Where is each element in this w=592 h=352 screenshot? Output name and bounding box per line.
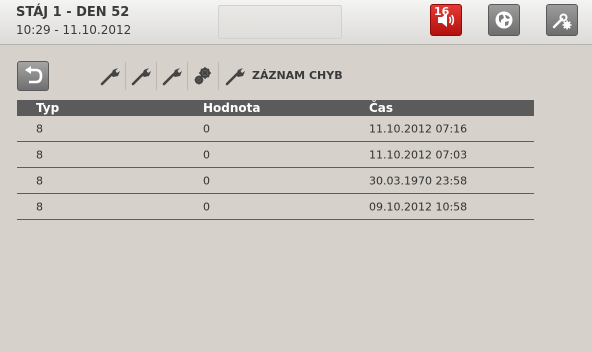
gears-icon — [194, 67, 211, 85]
alarm-button[interactable]: 16 — [430, 4, 462, 36]
wrench-icon — [131, 68, 151, 86]
cell-time: 11.10.2012 07:03 — [369, 148, 468, 161]
wrench-icon — [100, 68, 120, 86]
cell-type: 8 — [36, 174, 43, 187]
tool-tabs — [95, 62, 250, 90]
cell-time: 30.03.1970 23:58 — [369, 174, 468, 187]
cell-value: 0 — [203, 148, 210, 161]
table-header: Typ Hodnota Čas — [17, 100, 534, 116]
alarm-count-badge: 16 — [434, 5, 450, 18]
column-header-time: Čas — [369, 101, 394, 115]
table-row[interactable]: 8 0 09.10.2012 10:58 — [17, 194, 534, 220]
tab-tool-5[interactable] — [219, 62, 250, 90]
center-panel — [218, 5, 342, 39]
cell-time: 09.10.2012 10:58 — [369, 200, 468, 213]
table-row[interactable]: 8 0 11.10.2012 07:16 — [17, 116, 534, 142]
cell-type: 8 — [36, 122, 43, 135]
error-log-table: Typ Hodnota Čas 8 0 11.10.2012 07:16 8 0… — [17, 100, 534, 220]
tab-tool-3[interactable] — [157, 62, 188, 90]
table-row[interactable]: 8 0 11.10.2012 07:03 — [17, 142, 534, 168]
network-button[interactable] — [488, 4, 520, 36]
cell-time: 11.10.2012 07:16 — [369, 122, 468, 135]
top-bar: STÁJ 1 - DEN 52 10:29 - 11.10.2012 16 — [0, 0, 592, 45]
cell-value: 0 — [203, 200, 210, 213]
column-header-value: Hodnota — [203, 101, 261, 115]
tab-tool-1[interactable] — [95, 62, 126, 90]
cell-type: 8 — [36, 200, 43, 213]
wrench-icon — [162, 68, 182, 86]
back-button[interactable] — [17, 61, 49, 91]
back-arrow-icon — [25, 66, 43, 84]
section-title: ZÁZNAM CHYB — [252, 69, 343, 82]
table-row[interactable]: 8 0 30.03.1970 23:58 — [17, 168, 534, 194]
cell-value: 0 — [203, 122, 210, 135]
tab-tool-2[interactable] — [126, 62, 157, 90]
tab-tool-gears[interactable] — [188, 62, 219, 90]
cell-type: 8 — [36, 148, 43, 161]
globe-icon — [495, 11, 513, 29]
time-date-subtitle: 10:29 - 11.10.2012 — [16, 23, 132, 37]
cell-value: 0 — [203, 174, 210, 187]
column-header-type: Typ — [36, 101, 60, 115]
tools-gear-icon — [552, 13, 572, 30]
wrench-icon — [225, 68, 245, 86]
page-title: STÁJ 1 - DEN 52 — [16, 5, 130, 20]
settings-button[interactable] — [546, 4, 578, 36]
